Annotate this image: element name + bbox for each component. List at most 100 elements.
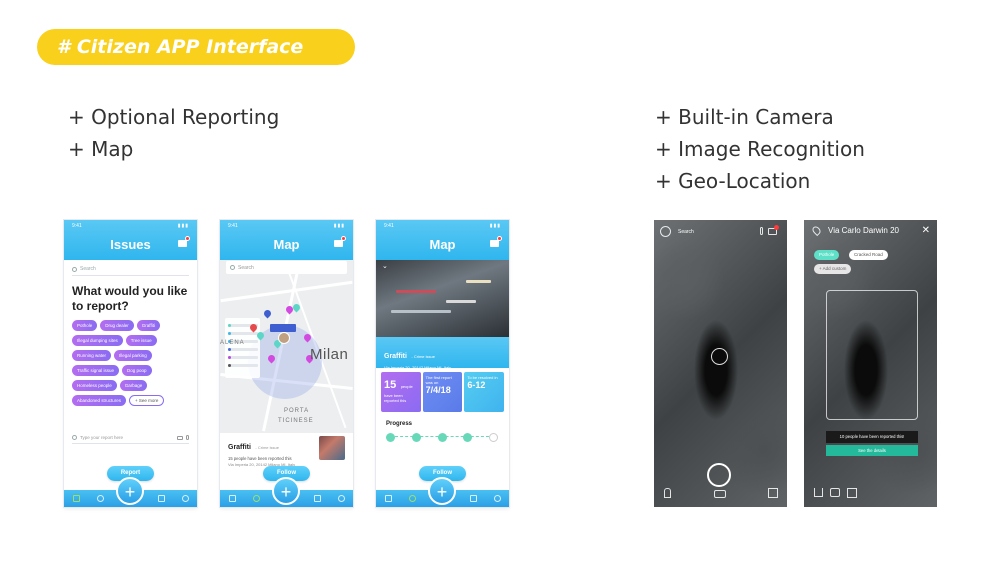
pin-tooltip bbox=[270, 324, 296, 332]
notification-icon[interactable] bbox=[334, 236, 346, 247]
stat-value: 7/4/18 bbox=[425, 385, 451, 395]
feature-item: + Geo-Location bbox=[655, 169, 811, 193]
graffiti-mark bbox=[391, 310, 451, 313]
grid-icon[interactable] bbox=[768, 488, 778, 498]
category-chips: Pothole Drug dealer Graffiti Illegal dum… bbox=[72, 320, 192, 406]
close-icon[interactable]: ✕ bbox=[922, 225, 930, 236]
grid-icon[interactable] bbox=[72, 495, 80, 502]
issue-thumbnail[interactable] bbox=[319, 436, 345, 460]
tag-chip[interactable]: Cracked Road bbox=[849, 250, 888, 260]
status-bar: 9:41 ▮▮▮ bbox=[384, 223, 501, 231]
shutter-button[interactable] bbox=[707, 463, 731, 487]
location-label: Via Carlo Darwin 20 bbox=[828, 226, 899, 235]
progress-step bbox=[411, 432, 421, 442]
feature-item: + Built-in Camera bbox=[655, 105, 834, 129]
stat-value: 6-12 bbox=[467, 380, 486, 390]
category-chip[interactable]: Graffiti bbox=[136, 320, 160, 331]
category-chip[interactable]: Pothole bbox=[72, 320, 98, 331]
stat-first-report: The first report was on 7/4/18 bbox=[422, 372, 463, 412]
category-chip[interactable]: Homeless people bbox=[72, 380, 117, 391]
profile-icon[interactable] bbox=[337, 495, 345, 502]
search-placeholder[interactable]: Search bbox=[678, 229, 694, 235]
progress-label: Progress bbox=[386, 421, 413, 427]
see-more-button[interactable]: + See more bbox=[129, 395, 165, 406]
map-pin[interactable] bbox=[262, 308, 273, 319]
tag-chip-selected[interactable]: Pothole bbox=[814, 250, 840, 260]
notification-icon[interactable] bbox=[178, 236, 190, 247]
issue-category: - Crime issue bbox=[255, 445, 279, 450]
gallery-icon[interactable] bbox=[714, 490, 726, 498]
profile-icon[interactable] bbox=[181, 495, 189, 502]
issue-address: Via Imperia 20, 20142 Milano MI, Italy bbox=[384, 365, 452, 370]
search-input[interactable]: Search bbox=[226, 261, 347, 274]
stat-caption: have been reported this bbox=[384, 393, 407, 403]
map-header: 9:41 ▮▮▮ Map bbox=[220, 220, 353, 260]
status-time: 9:41 bbox=[384, 223, 394, 229]
stat-caption: The first report was on bbox=[425, 375, 452, 385]
issue-stats: 15 people have been reported this The fi… bbox=[381, 372, 505, 412]
map-phone-mockup: 9:41 ▮▮▮ Map Milan ALENA PORTA TICINESE … bbox=[220, 220, 353, 507]
category-chip[interactable]: Dog poop bbox=[122, 365, 152, 376]
add-report-button[interactable]: + bbox=[272, 477, 300, 505]
report-text-input[interactable]: Type your report here bbox=[72, 432, 189, 444]
detail-header: 9:41 ▮▮▮ Map bbox=[376, 220, 509, 260]
progress-step bbox=[386, 432, 395, 442]
grid-icon[interactable] bbox=[847, 488, 857, 498]
notification-badge bbox=[497, 236, 502, 241]
profile-icon[interactable] bbox=[660, 226, 671, 237]
category-chip[interactable]: Garbage bbox=[119, 380, 148, 391]
focus-ring bbox=[711, 348, 728, 365]
search-icon bbox=[72, 266, 77, 272]
issue-photo[interactable]: ⌄ bbox=[376, 260, 509, 337]
stat-resolve-time: To be resolved in 6-12 bbox=[464, 372, 505, 412]
category-chip[interactable]: Drug dealer bbox=[100, 320, 134, 331]
category-chip[interactable]: Running water bbox=[72, 350, 112, 361]
signal-icon: ▮▮▮ bbox=[177, 223, 189, 229]
category-chip[interactable]: Illegal parking bbox=[114, 350, 152, 361]
add-report-button[interactable]: + bbox=[116, 477, 144, 505]
recognition-frame bbox=[826, 290, 918, 420]
search-placeholder: Search bbox=[238, 264, 254, 271]
chevron-down-icon[interactable]: ⌄ bbox=[382, 262, 388, 270]
profile-icon[interactable] bbox=[493, 495, 501, 502]
category-chip[interactable]: Traffic signal issue bbox=[72, 365, 120, 376]
category-chip[interactable]: Abandoned structures bbox=[72, 395, 127, 406]
user-icon[interactable] bbox=[252, 495, 260, 502]
grid-icon[interactable] bbox=[228, 495, 236, 502]
issue-card[interactable]: Graffiti - Crime issue 15 people have be… bbox=[228, 436, 345, 467]
see-details-button[interactable]: See the details bbox=[826, 445, 918, 456]
category-chip[interactable]: Tree issue bbox=[125, 335, 157, 346]
map-view[interactable]: Milan ALENA PORTA TICINESE bbox=[220, 260, 353, 433]
category-chip[interactable]: Illegal dumping sites bbox=[72, 335, 123, 346]
graffiti-mark bbox=[396, 290, 436, 293]
list-icon[interactable] bbox=[469, 495, 477, 502]
add-custom-tag-button[interactable]: + Add custom bbox=[814, 264, 852, 274]
signal-icon: ▮▮▮ bbox=[333, 223, 345, 229]
avatar[interactable] bbox=[278, 332, 290, 344]
issues-phone-mockup: 9:41 ▮▮▮ Issues Search What would you lik… bbox=[64, 220, 197, 507]
microphone-icon[interactable] bbox=[186, 435, 189, 440]
user-icon[interactable] bbox=[664, 488, 671, 498]
camera-icon[interactable] bbox=[177, 435, 183, 440]
user-icon[interactable] bbox=[96, 495, 104, 502]
list-icon[interactable] bbox=[313, 495, 321, 502]
feature-item: + Image Recognition bbox=[655, 137, 865, 161]
list-icon[interactable] bbox=[157, 495, 165, 502]
search-placeholder: Search bbox=[80, 266, 96, 272]
legend-item bbox=[228, 364, 258, 367]
status-time: 9:41 bbox=[72, 223, 82, 229]
gallery-icon[interactable] bbox=[830, 488, 840, 497]
status-bar: 9:41 ▮▮▮ bbox=[228, 223, 345, 231]
legend-item bbox=[228, 348, 258, 351]
microphone-icon[interactable] bbox=[760, 227, 763, 235]
detail-phone-mockup: 9:41 ▮▮▮ Map ⌄ Graffiti - Crime issue Via… bbox=[376, 220, 509, 507]
search-input[interactable]: Search bbox=[72, 263, 189, 276]
issue-info-bar: Graffiti - Crime issue Via Imperia 20, 2… bbox=[376, 337, 509, 370]
grid-icon[interactable] bbox=[384, 495, 392, 502]
user-icon[interactable] bbox=[408, 495, 416, 502]
notification-icon[interactable] bbox=[490, 236, 502, 247]
graffiti-mark bbox=[466, 280, 491, 283]
add-report-button[interactable]: + bbox=[428, 477, 456, 505]
slide-title-pill: # Citizen APP Interface bbox=[37, 29, 355, 65]
download-icon[interactable] bbox=[814, 488, 823, 497]
